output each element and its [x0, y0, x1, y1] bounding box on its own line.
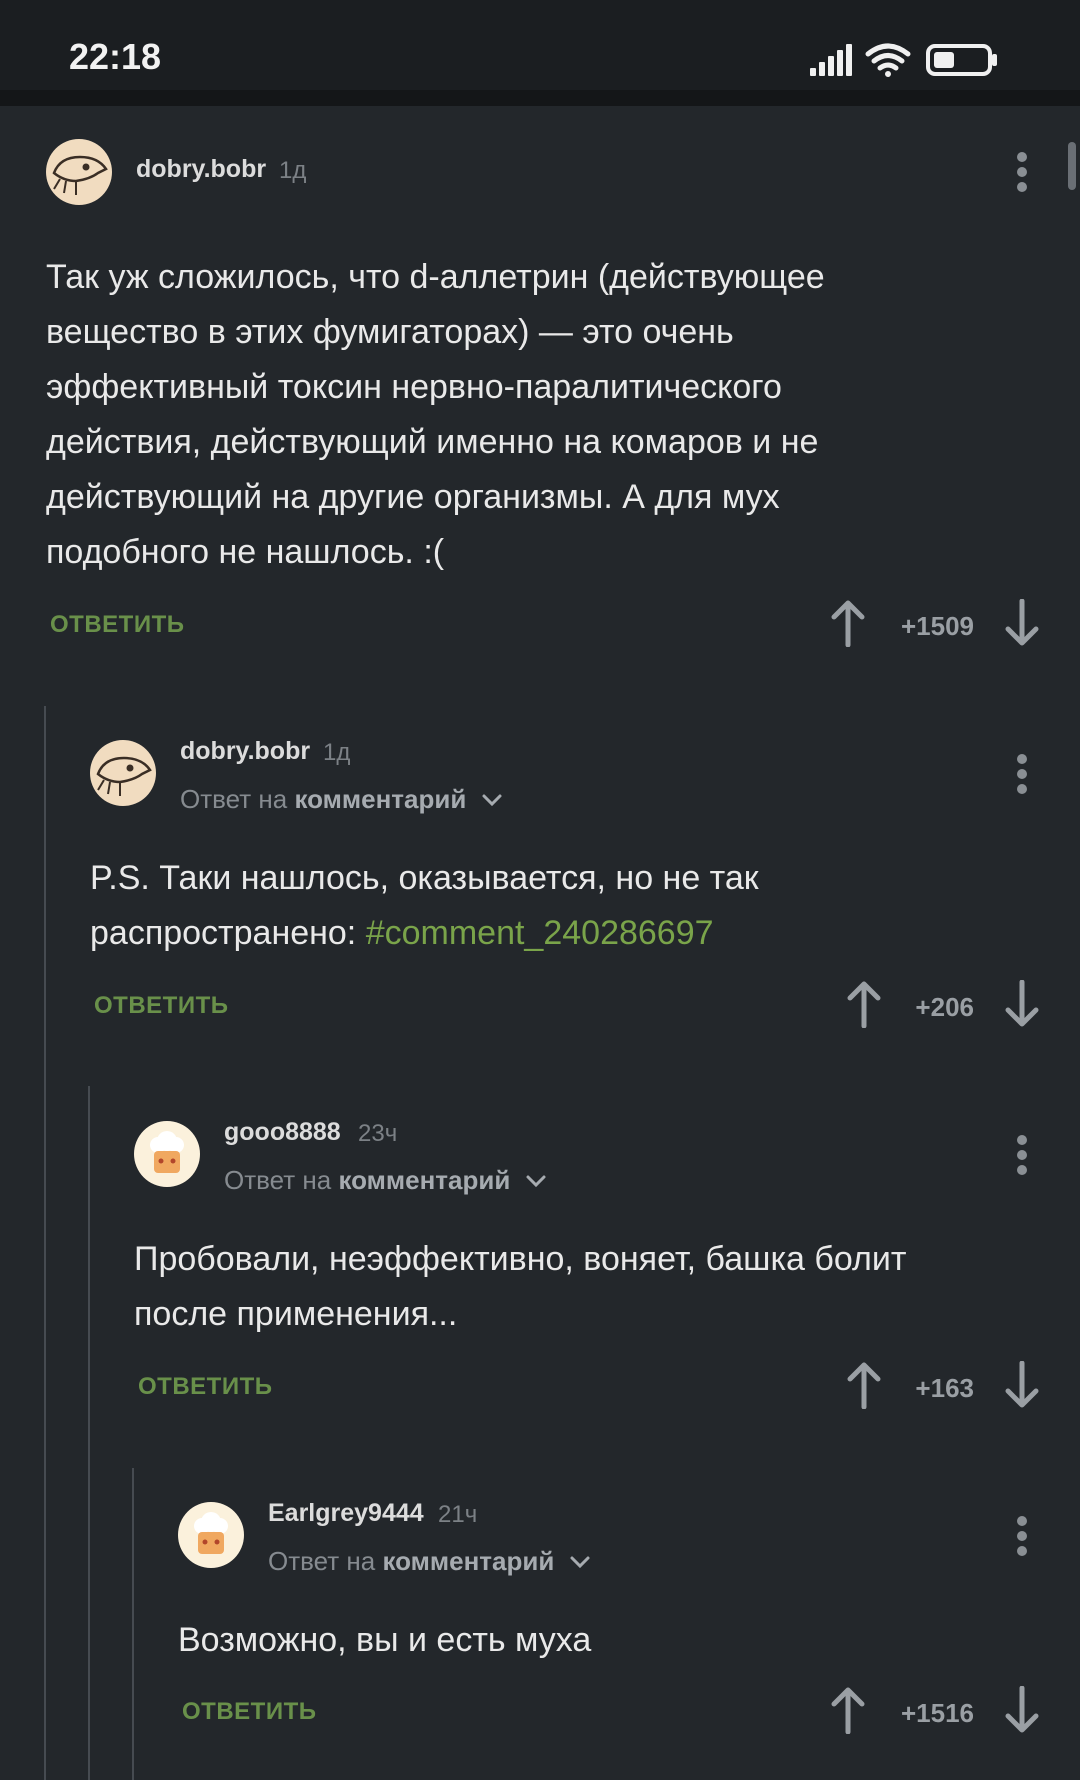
- comment-score: +163: [915, 1373, 974, 1403]
- chef-hat-icon: [150, 1131, 184, 1173]
- chevron-down-icon[interactable]: [480, 792, 504, 808]
- comment-score: +1516: [900, 1698, 974, 1728]
- comment-text-line: действия, действующий именно на комаров …: [46, 423, 819, 461]
- comment-time: 1д: [279, 157, 307, 184]
- reply-to-link[interactable]: комментарий: [294, 784, 466, 814]
- beaver-skull-icon: [52, 155, 108, 195]
- comment-text-line: P.S. Таки нашлось, оказывается, но не та…: [90, 859, 759, 897]
- reply-button[interactable]: ОТВЕТИТЬ: [50, 611, 185, 639]
- comment-text-line: распространено: #comment_240286697: [90, 906, 759, 961]
- avatar[interactable]: [134, 1121, 200, 1187]
- comment-link[interactable]: #comment_240286697: [366, 914, 714, 952]
- chevron-down-icon[interactable]: [524, 1173, 548, 1189]
- scrollbar-thumb[interactable]: [1068, 142, 1076, 190]
- comment-text: Пробовали, неэффективно, воняет, башка б…: [134, 1232, 906, 1342]
- reply-to-prefix: Ответ на: [224, 1165, 332, 1195]
- comment-score: +1509: [900, 611, 974, 641]
- username[interactable]: gooo8888: [224, 1118, 341, 1147]
- reply-button[interactable]: ОТВЕТИТЬ: [94, 992, 229, 1020]
- chef-hat-icon: [194, 1512, 228, 1554]
- comment-text-line: Возможно, вы и есть муха: [178, 1621, 592, 1659]
- thread-line: [88, 1086, 90, 1780]
- more-options-icon[interactable]: [1007, 148, 1037, 198]
- comment-score: +206: [915, 992, 974, 1022]
- chevron-down-icon[interactable]: [568, 1554, 592, 1570]
- reply-to[interactable]: Ответ на комментарий: [224, 1165, 548, 1196]
- comment-text-line: подобного не нашлось. :(: [46, 533, 445, 571]
- reply-button[interactable]: ОТВЕТИТЬ: [182, 1698, 317, 1726]
- upvote-icon[interactable]: [828, 599, 868, 647]
- downvote-icon[interactable]: [1002, 1686, 1042, 1734]
- status-bar: 22:18: [0, 0, 1080, 106]
- comment-text-line: действующий на другие организмы. А для м…: [46, 478, 780, 516]
- reply-button[interactable]: ОТВЕТИТЬ: [138, 1373, 273, 1401]
- avatar[interactable]: [46, 139, 112, 205]
- reply-to-link[interactable]: комментарий: [338, 1165, 510, 1195]
- comment-text: P.S. Таки нашлось, оказывается, но не та…: [90, 851, 759, 961]
- reply-to-link[interactable]: комментарий: [382, 1546, 554, 1576]
- reply-to-prefix: Ответ на: [268, 1546, 376, 1576]
- more-options-icon[interactable]: [1007, 1131, 1037, 1181]
- comment-text-line: вещество в этих фумигаторах) — это очень: [46, 313, 734, 351]
- beaver-skull-icon: [96, 756, 152, 796]
- username[interactable]: dobry.bobr: [180, 737, 310, 766]
- comment-text-line: Пробовали, неэффективно, воняет, башка б…: [134, 1240, 907, 1278]
- username[interactable]: dobry.bobr: [136, 155, 266, 184]
- comment-time: 1д: [323, 739, 351, 766]
- reply-to[interactable]: Ответ на комментарий: [268, 1546, 592, 1577]
- comment-text-fragment: распространено:: [90, 914, 366, 952]
- battery-icon: [926, 44, 997, 76]
- comment-text: Возможно, вы и есть муха: [178, 1613, 591, 1668]
- more-options-icon[interactable]: [1007, 1512, 1037, 1562]
- comment-text-line: эффективный токсин нервно-паралитическог…: [46, 368, 782, 406]
- comment-time: 23ч: [358, 1120, 398, 1147]
- reply-to-prefix: Ответ на: [180, 784, 288, 814]
- upvote-icon[interactable]: [828, 1686, 868, 1734]
- comment-text: Так уж сложилось, что d-аллетрин (действ…: [46, 250, 825, 580]
- thread-line: [132, 1468, 134, 1780]
- avatar[interactable]: [90, 740, 156, 806]
- reply-to[interactable]: Ответ на комментарий: [180, 784, 504, 815]
- downvote-icon[interactable]: [1002, 980, 1042, 1028]
- comment-text-line: после применения...: [134, 1295, 458, 1333]
- wifi-icon: [865, 43, 911, 77]
- comment-text-line: Так уж сложилось, что d-аллетрин (действ…: [46, 258, 825, 296]
- username[interactable]: Earlgrey9444: [268, 1499, 424, 1528]
- status-time: 22:18: [69, 36, 162, 77]
- downvote-icon[interactable]: [1002, 599, 1042, 647]
- signal-icon: [810, 44, 852, 76]
- comment-time: 21ч: [438, 1501, 478, 1528]
- downvote-icon[interactable]: [1002, 1361, 1042, 1409]
- more-options-icon[interactable]: [1007, 750, 1037, 800]
- thread-line: [44, 706, 46, 1780]
- avatar[interactable]: [178, 1502, 244, 1568]
- status-icons: [810, 43, 997, 77]
